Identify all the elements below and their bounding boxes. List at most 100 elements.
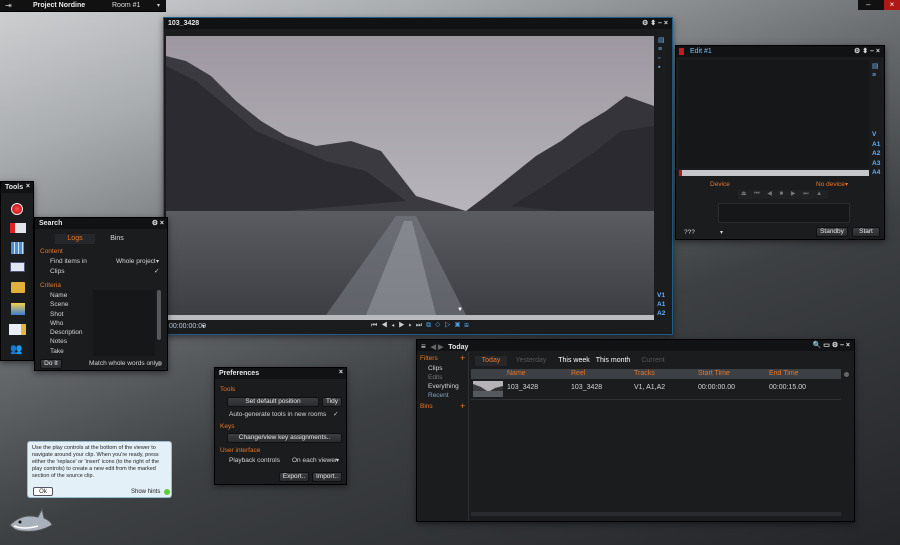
filter-edits[interactable]: Edits — [428, 374, 442, 381]
users-tool-icon[interactable]: 👥 — [10, 344, 22, 355]
edit-mode-select[interactable]: ??? — [684, 229, 695, 236]
clips-check-icon[interactable]: ✓ — [154, 267, 159, 275]
search-window-icons[interactable]: ⚙ × — [152, 219, 164, 227]
search-tab-logs[interactable]: Logs — [55, 234, 95, 244]
tidy-button[interactable]: Tidy — [322, 397, 342, 407]
tools-close-icon[interactable]: × — [26, 183, 30, 190]
import-button[interactable]: Import.. — [312, 472, 342, 482]
col-start-time[interactable]: Start Time — [698, 370, 730, 377]
playhead-marker-icon[interactable]: ▼ — [457, 307, 463, 313]
show-hints-toggle[interactable] — [164, 489, 170, 495]
col-tracks[interactable]: Tracks — [634, 370, 655, 377]
room-selector[interactable]: Room #1 — [112, 2, 140, 9]
do-it-button[interactable]: Do It — [40, 359, 62, 369]
change-keys-button[interactable]: Change/view key assignments.. — [227, 433, 342, 443]
tab-this-month[interactable]: This month — [593, 356, 633, 366]
edit-track-a2[interactable]: A2 — [872, 149, 880, 159]
edit-track-a4[interactable]: A4 — [872, 168, 880, 178]
filter-everything[interactable]: Everything — [428, 383, 459, 390]
criteria-take[interactable]: Take — [50, 347, 83, 356]
col-name[interactable]: Name — [507, 370, 526, 377]
edit-mode-chevron-icon[interactable]: ▾ — [720, 229, 723, 236]
criteria-notes[interactable]: Notes — [50, 337, 83, 346]
filter-clips[interactable]: Clips — [428, 365, 442, 372]
browser-menu-icon[interactable]: ≡ — [421, 342, 426, 351]
project-name[interactable]: Project Nordine — [33, 2, 85, 9]
edit-timeline-bar[interactable] — [679, 170, 869, 176]
viewer-track-v1[interactable]: V1 — [657, 291, 665, 300]
tools-panel: Tools × 👥 — [0, 181, 34, 361]
filters-add-icon[interactable]: + — [460, 353, 465, 363]
match-toggle[interactable] — [157, 361, 162, 366]
tab-current[interactable]: Current — [635, 356, 671, 366]
viewer-timecode[interactable]: 00:00:00:00 — [169, 323, 206, 330]
tab-yesterday[interactable]: Yesterday — [511, 356, 551, 366]
chevron-down-icon[interactable]: ▾ — [157, 2, 160, 9]
criteria-shot[interactable]: Shot — [50, 310, 83, 319]
video-frame[interactable] — [166, 36, 654, 315]
device-chevron-icon[interactable]: ▾ — [845, 181, 848, 188]
preferences-close-icon[interactable]: × — [339, 369, 343, 376]
bins-add-icon[interactable]: + — [460, 401, 465, 411]
set-default-position-button[interactable]: Set default position — [227, 397, 319, 407]
table-row[interactable]: 103_3428 103_3428 V1, A1,A2 00:00:00.00 … — [471, 380, 841, 398]
autogen-check-icon[interactable]: ✓ — [333, 410, 338, 418]
deck-controls[interactable]: ⏏ ⏮ ◀ ■ ▶ ⏭ ▲ — [738, 190, 828, 199]
browser-window-icons[interactable]: 🔍 ▭ ⚙ – × — [813, 341, 850, 349]
shark-mascot-icon — [9, 507, 53, 532]
timecode-menu-icon[interactable]: ▾ — [202, 323, 205, 330]
transport-controls[interactable]: ⏮ ◀ ◂ ▶ ▸ ⏭ ⧉ ◇ ▷ ▣ ⊞ — [371, 322, 470, 330]
hint-ok-button[interactable]: Ok — [33, 487, 53, 496]
criteria-scene[interactable]: Scene — [50, 300, 83, 309]
edit-track-a1[interactable]: A1 — [872, 140, 880, 150]
row-end-time: 00:00:15.00 — [769, 384, 806, 391]
start-button[interactable]: Start — [852, 227, 880, 237]
criteria-input-column[interactable] — [93, 290, 155, 356]
col-end-time[interactable]: End Time — [769, 370, 799, 377]
edit-track-a3[interactable]: A3 — [872, 159, 880, 169]
export-tool-icon[interactable] — [9, 324, 26, 335]
scrub-bar[interactable] — [166, 315, 654, 320]
col-reel[interactable]: Reel — [571, 370, 585, 377]
preferences-title: Preferences — [219, 370, 260, 377]
table-options-toggle[interactable] — [844, 372, 849, 377]
criteria-name[interactable]: Name — [50, 291, 83, 300]
browser-hscrollbar[interactable] — [471, 512, 841, 516]
export-button[interactable]: Export.. — [279, 472, 309, 482]
viewer-side-icons[interactable]: ▤ ≡ ▫ ▪ — [658, 36, 668, 72]
device-select[interactable]: No device — [816, 181, 845, 188]
viewer-window-icons[interactable]: ⚙ ⬍ – × — [642, 19, 668, 27]
playback-controls-select[interactable]: On each viewer — [292, 457, 337, 464]
row-start-time: 00:00:00.00 — [698, 384, 735, 391]
viewer-track-a1[interactable]: A1 — [657, 300, 665, 309]
edit-side-icons[interactable]: ▤ ≡ — [872, 62, 879, 80]
edit-display[interactable] — [679, 60, 869, 168]
record-tool-icon[interactable] — [11, 203, 23, 215]
search-scrollbar[interactable] — [157, 290, 161, 340]
browser-sidebar: Filters + Clips Edits Everything Recent … — [417, 352, 469, 521]
show-hints-label: Show hints — [131, 489, 161, 495]
playback-chevron-icon[interactable]: ▾ — [336, 457, 339, 464]
search-tab-bins[interactable]: Bins — [97, 234, 137, 244]
find-chevron-icon[interactable]: ▾ — [156, 258, 159, 265]
edit-track-v[interactable]: V — [872, 130, 880, 140]
tab-this-week[interactable]: This week — [555, 356, 593, 366]
filter-recent[interactable]: Recent — [428, 392, 449, 399]
edit-window-icons[interactable]: ⚙ ⬍ – × — [854, 47, 880, 55]
criteria-description[interactable]: Description — [50, 328, 83, 337]
browser-nav-icons[interactable]: ◀ ▶ — [431, 344, 444, 351]
effects-tool-icon[interactable] — [11, 303, 25, 315]
criteria-who[interactable]: Who — [50, 319, 83, 328]
exit-icon[interactable]: ⇥ — [5, 1, 12, 10]
import-tool-icon[interactable] — [10, 223, 26, 233]
folder-tool-icon[interactable] — [11, 282, 25, 293]
hint-bubble: Use the play controls at the bottom of t… — [27, 441, 172, 498]
timeline-tool-icon[interactable] — [10, 262, 25, 272]
find-items-select[interactable]: Whole project — [116, 258, 156, 265]
minimize-icon[interactable]: – — [866, 0, 870, 9]
standby-button[interactable]: Standby — [816, 227, 848, 237]
grid-tool-icon[interactable] — [11, 242, 24, 254]
close-app-button[interactable]: × — [884, 0, 900, 10]
tab-today[interactable]: Today — [475, 356, 507, 366]
viewer-track-a2[interactable]: A2 — [657, 309, 665, 318]
